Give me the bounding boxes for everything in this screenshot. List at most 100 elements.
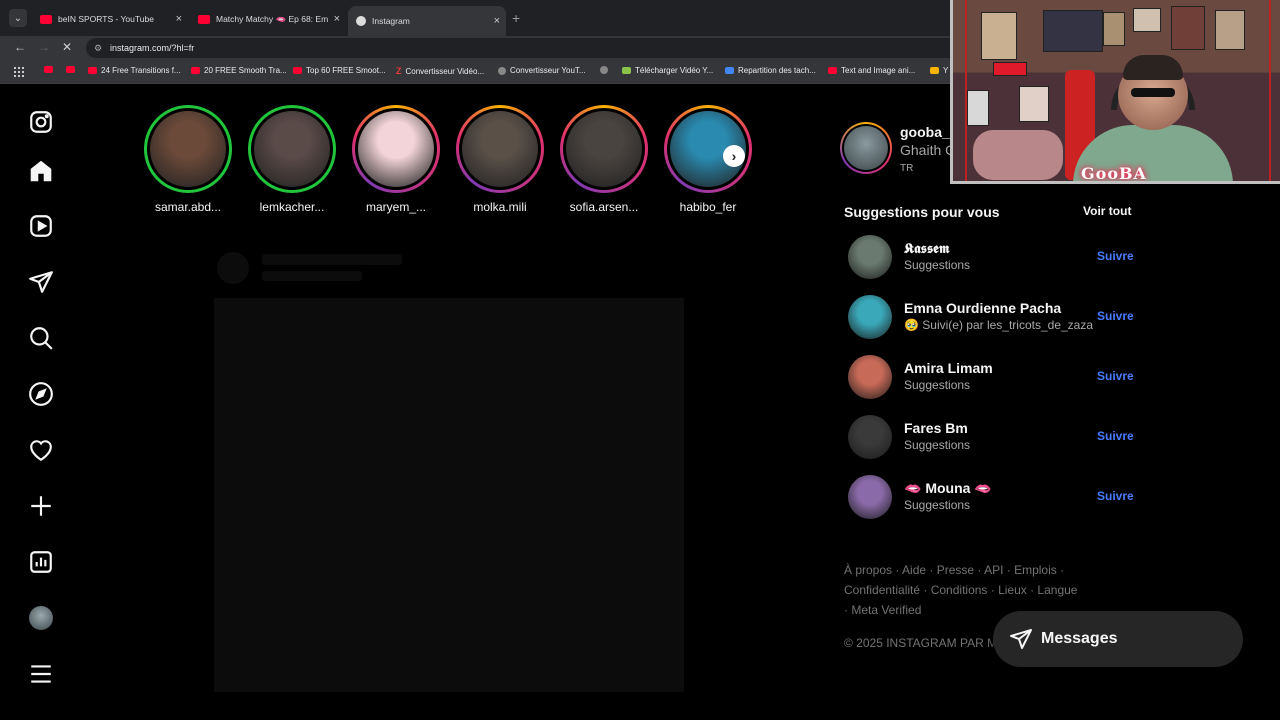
story-item[interactable]: molka.mili (452, 105, 548, 214)
instagram-logo-icon[interactable] (28, 109, 54, 135)
story-item[interactable]: samar.abd... (140, 105, 236, 214)
suggestion-name[interactable]: 🫦 Mouna 🫦 (904, 480, 992, 497)
suggestion-avatar[interactable] (848, 415, 892, 459)
suggestion-row: 🫦 Mouna 🫦 Suggestions Suivre (848, 475, 1138, 521)
youtube-icon (828, 67, 837, 74)
forward-arrow-icon[interactable]: → (38, 40, 50, 54)
suggestion-row: Amira Limam Suggestions Suivre (848, 355, 1138, 401)
bookmark-item[interactable]: Télécharger Vidéo Y... (622, 66, 713, 75)
current-user-username[interactable]: gooba_c (900, 124, 958, 140)
create-plus-icon[interactable] (28, 493, 54, 519)
direct-messages-icon[interactable] (28, 269, 54, 295)
search-icon[interactable] (28, 325, 54, 351)
story-username: lemkacher... (259, 200, 325, 214)
bookmark-item[interactable]: 20 FREE Smooth Tra... (191, 66, 287, 75)
home-icon[interactable] (28, 158, 54, 184)
reels-icon[interactable] (28, 213, 54, 239)
story-ring (352, 105, 440, 193)
profile-avatar[interactable] (28, 605, 54, 631)
address-bar[interactable]: ⚙ instagram.com/?hl=fr (86, 38, 966, 58)
story-avatar (462, 111, 538, 187)
messages-label: Messages (1041, 630, 1118, 647)
story-username: samar.abd... (154, 200, 222, 214)
current-user-full-name: Ghaith C (900, 142, 956, 158)
tab-title: beIN SPORTS - YouTube (58, 14, 154, 24)
apps-grid-icon[interactable] (14, 67, 24, 77)
zamzar-icon: Z (396, 66, 402, 76)
story-username: habibo_fer (679, 200, 737, 214)
bookmark-item[interactable] (44, 66, 57, 73)
instagram-favicon-icon (356, 16, 366, 26)
url-text: instagram.com/?hl=fr (110, 43, 195, 53)
suggestion-avatar[interactable] (848, 235, 892, 279)
bookmark-label: Télécharger Vidéo Y... (635, 66, 714, 75)
stop-loading-icon[interactable]: ✕ (62, 40, 72, 54)
suggestion-name[interactable]: Fares Bm (904, 420, 968, 436)
follow-button[interactable]: Suivre (1097, 309, 1134, 323)
suggestion-subtitle: 🥹 Suivi(e) par les_tricots_de_zaza (904, 318, 1094, 332)
tab-search-button[interactable]: ⌄ (9, 9, 27, 27)
close-tab-icon[interactable]: × (176, 13, 182, 25)
youtube-icon (198, 14, 210, 24)
post-skeleton-media (214, 298, 684, 692)
suggestion-name[interactable]: Amira Limam (904, 360, 993, 376)
tab-matchy-matchy[interactable]: Matchy Matchy 🫦 Ep 68: Emna × (190, 6, 346, 32)
streamer-logo: GooBA (1081, 164, 1147, 183)
story-item[interactable]: lemkacher... (244, 105, 340, 214)
bookmark-item[interactable]: Text and Image ani... (828, 66, 915, 75)
story-item[interactable]: sofia.arsen... (556, 105, 652, 214)
tab-title: Matchy Matchy 🫦 Ep 68: Emna (216, 13, 328, 24)
story-item[interactable]: maryem_... (348, 105, 444, 214)
suggestion-avatar[interactable] (848, 295, 892, 339)
bookmark-label: Y (943, 66, 949, 75)
bookmark-label: 20 FREE Smooth Tra... (204, 66, 287, 75)
site-settings-icon[interactable]: ⚙ (94, 43, 104, 53)
stories-next-chevron-icon[interactable]: › (723, 145, 745, 167)
suggestion-row: 𝕶𝖆𝖘𝖘𝖊𝖒 Suggestions Suivre (848, 235, 1138, 281)
bookmark-item[interactable] (600, 66, 612, 74)
youtube-icon (88, 67, 97, 74)
suggestion-name[interactable]: 𝕶𝖆𝖘𝖘𝖊𝖒 (904, 240, 950, 257)
story-ring (144, 105, 232, 193)
follow-button[interactable]: Suivre (1097, 249, 1134, 263)
bookmark-label: Repartition des tach... (738, 66, 816, 75)
youtube-icon (66, 66, 75, 73)
bookmark-item[interactable]: Z Convertisseur Vidéo... (396, 66, 484, 76)
bookmark-item[interactable]: 24 Free Transitions f... (88, 66, 181, 75)
bookmark-item[interactable]: Repartition des tach... (725, 66, 816, 75)
bookmark-item[interactable] (66, 66, 79, 73)
notifications-heart-icon[interactable] (28, 437, 54, 463)
youtube-icon (293, 67, 302, 74)
suggestion-avatar[interactable] (848, 475, 892, 519)
story-avatar (566, 111, 642, 187)
suggestion-row: Fares Bm Suggestions Suivre (848, 415, 1138, 461)
messages-button[interactable]: Messages (993, 611, 1243, 667)
close-tab-icon[interactable]: × (334, 13, 340, 25)
current-user-avatar[interactable] (840, 122, 892, 174)
youtube-icon (40, 14, 52, 24)
story-avatar (358, 111, 434, 187)
bookmark-item[interactable]: Y (930, 66, 948, 75)
follow-button[interactable]: Suivre (1097, 489, 1134, 503)
streamer-webcam-overlay: GooBA (950, 0, 1280, 184)
suggestion-avatar[interactable] (848, 355, 892, 399)
follow-button[interactable]: Suivre (1097, 369, 1134, 383)
dashboard-chart-icon[interactable] (28, 549, 54, 575)
more-menu-icon[interactable] (28, 661, 54, 687)
bookmark-item[interactable]: Top 60 FREE Smoot... (293, 66, 386, 75)
follow-button[interactable]: Suivre (1097, 429, 1134, 443)
tab-instagram[interactable]: Instagram × (348, 6, 506, 36)
bookmark-label: Convertisseur YouT... (510, 66, 586, 75)
close-tab-icon[interactable]: × (494, 15, 500, 27)
suggestion-name[interactable]: Emna Ourdienne Pacha (904, 300, 1061, 316)
explore-compass-icon[interactable] (28, 381, 54, 407)
see-all-link[interactable]: Voir tout (1083, 204, 1131, 218)
post-skeleton-line (262, 271, 362, 281)
bookmark-icon (930, 67, 939, 74)
back-arrow-icon[interactable]: ← (14, 40, 26, 54)
new-tab-button[interactable]: + (512, 10, 520, 26)
tab-bein-sports[interactable]: beIN SPORTS - YouTube × (32, 6, 188, 32)
bookmark-label: Convertisseur Vidéo... (405, 66, 485, 76)
paper-plane-icon (1010, 629, 1032, 649)
bookmark-item[interactable]: Convertisseur YouT... (498, 66, 586, 75)
